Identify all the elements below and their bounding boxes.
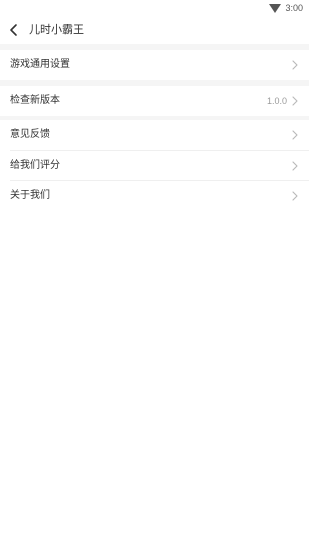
chevron-right-icon	[292, 60, 298, 70]
chevron-right-icon	[292, 161, 298, 171]
settings-item-label: 给我们评分	[10, 160, 60, 171]
header: 儿时小霸王	[0, 16, 309, 44]
settings-item-check-update[interactable]: 检查新版本 1.0.0	[0, 86, 309, 116]
settings-item-label: 关于我们	[10, 190, 50, 201]
wifi-icon	[269, 4, 281, 13]
settings-item-feedback[interactable]: 意见反馈	[0, 120, 309, 150]
settings-item-label: 检查新版本	[10, 95, 60, 106]
settings-item-label: 意见反馈	[10, 129, 50, 140]
chevron-right-icon	[292, 191, 298, 201]
settings-item-label: 游戏通用设置	[10, 59, 70, 70]
chevron-right-icon	[292, 130, 298, 140]
chevron-left-icon[interactable]	[8, 23, 20, 37]
settings-item-rate-us[interactable]: 给我们评分	[0, 151, 309, 181]
settings-item-game-settings[interactable]: 游戏通用设置	[0, 50, 309, 80]
status-bar: 3:00	[0, 0, 309, 16]
chevron-right-icon	[292, 96, 298, 106]
status-time: 3:00	[285, 3, 303, 13]
page-title: 儿时小霸王	[29, 23, 84, 36]
settings-item-about-us[interactable]: 关于我们	[0, 181, 309, 211]
version-text: 1.0.0	[266, 96, 287, 106]
